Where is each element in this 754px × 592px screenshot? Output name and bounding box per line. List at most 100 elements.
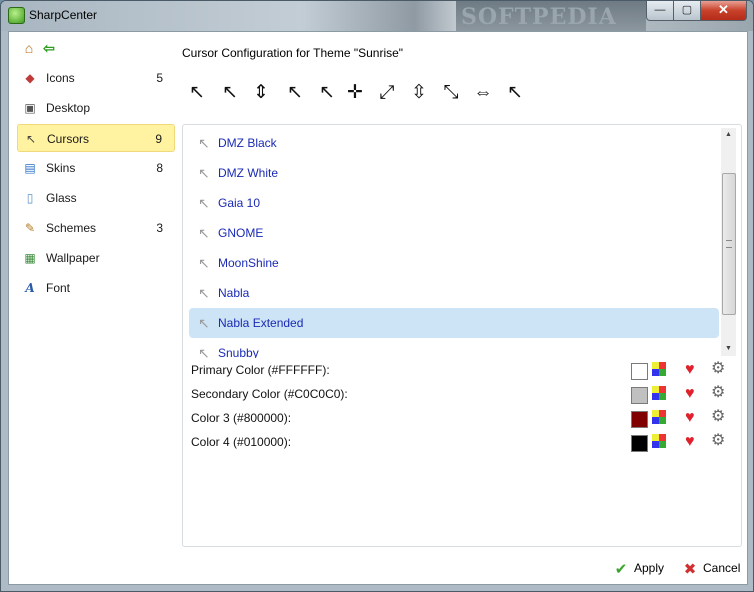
gear-icon[interactable]: ⚙: [711, 408, 725, 426]
list-item-label: Nabla Extended: [218, 316, 304, 330]
list-scrollbar[interactable]: ▲ ▼: [721, 128, 736, 356]
color-row-secondary: Secondary Color (#C0C0C0): ♥ ⚙: [191, 384, 739, 408]
cursor-theme-list[interactable]: ↖ DMZ Black ↖ DMZ White ↖ Gaia 10 ↖ GNOM…: [189, 128, 719, 358]
scroll-up-icon[interactable]: ▲: [721, 128, 736, 142]
cursor-vertical-icon[interactable]: ⇕: [249, 78, 273, 108]
cursor-horizontal-icon[interactable]: ⇔: [471, 78, 495, 108]
client-area: ⌂ ⇦ ◆ Icons 5 ▣ Desktop ↖ Cursors 9 ▤ Ski…: [8, 31, 748, 585]
cursor-arrow-link-icon[interactable]: ↖: [218, 78, 242, 108]
app-icon: [8, 7, 25, 24]
list-item[interactable]: ↖ DMZ White: [189, 158, 719, 188]
heart-icon[interactable]: ♥: [685, 385, 695, 403]
sidebar-item-label: Icons: [46, 71, 75, 85]
list-item[interactable]: ↖ Gaia 10: [189, 188, 719, 218]
list-item-label: Nabla: [218, 286, 250, 300]
palette-icon[interactable]: [652, 362, 666, 376]
home-icon[interactable]: ⌂: [21, 40, 37, 56]
sidebar-item-icons[interactable]: ◆ Icons 5: [17, 64, 175, 92]
sidebar: ◆ Icons 5 ▣ Desktop ↖ Cursors 9 ▤ Skins …: [17, 64, 175, 304]
sidebar-item-desktop[interactable]: ▣ Desktop: [17, 94, 175, 122]
palette-icon[interactable]: [652, 434, 666, 448]
desktop-icon: ▣: [24, 101, 36, 115]
color-label: Color 4 (#010000):: [191, 435, 292, 449]
list-item[interactable]: ↖ MoonShine: [189, 248, 719, 278]
cursor-icon: ↖: [198, 255, 210, 271]
close-button[interactable]: ✕: [700, 1, 747, 21]
sidebar-item-cursors[interactable]: ↖ Cursors 9: [17, 124, 175, 152]
scroll-thumb[interactable]: [722, 173, 736, 315]
cancel-x-icon: ✖: [683, 561, 697, 578]
color-settings: Primary Color (#FFFFFF): ♥ ⚙ Secondary C…: [191, 360, 739, 456]
apply-button[interactable]: ✔ Apply: [612, 560, 664, 578]
color-swatch[interactable]: [631, 363, 648, 380]
sidebar-item-label: Desktop: [46, 101, 91, 115]
color-row-primary: Primary Color (#FFFFFF): ♥ ⚙: [191, 360, 739, 384]
maximize-button[interactable]: ▢: [673, 1, 701, 21]
list-item-selected[interactable]: ↖ Nabla Extended: [189, 308, 719, 338]
list-item[interactable]: ↖ DMZ Black: [189, 128, 719, 158]
heart-icon[interactable]: ♥: [685, 409, 695, 427]
list-item[interactable]: ↖ Nabla: [189, 278, 719, 308]
list-item-label: MoonShine: [218, 256, 279, 270]
icons-icon: ◆: [25, 71, 35, 85]
heart-icon[interactable]: ♥: [685, 361, 695, 379]
cursor-diagonal-ne-icon[interactable]: ⤢: [375, 78, 399, 108]
watermark: SOFTPEDIA: [456, 1, 646, 31]
color-label: Secondary Color (#C0C0C0):: [191, 387, 348, 401]
sidebar-item-label: Cursors: [47, 132, 90, 146]
sidebar-item-count: 3: [156, 221, 163, 235]
cursor-icon: ↖: [198, 195, 210, 211]
back-arrow-icon[interactable]: ⇦: [41, 40, 57, 56]
list-item[interactable]: ↖ GNOME: [189, 218, 719, 248]
cursor-arrow-icon[interactable]: ↖: [315, 78, 339, 108]
font-icon: A: [25, 281, 35, 295]
sharpcenter-window: SharpCenter SOFTPEDIA — ▢ ✕ ⌂ ⇦ ◆ Icons 5…: [0, 0, 754, 592]
color-label: Color 3 (#800000):: [191, 411, 292, 425]
list-item-label: GNOME: [218, 226, 264, 240]
sidebar-item-font[interactable]: A Font: [17, 274, 175, 302]
gear-icon[interactable]: ⚙: [711, 384, 725, 402]
palette-icon[interactable]: [652, 386, 666, 400]
gear-icon[interactable]: ⚙: [711, 432, 725, 450]
sidebar-item-skins[interactable]: ▤ Skins 8: [17, 154, 175, 182]
cursor-diagonal-nw-icon[interactable]: ⤡: [439, 78, 463, 108]
nav-bar: ⌂ ⇦: [21, 40, 61, 56]
brush-icon: ✎: [24, 221, 36, 235]
cursor-vertical-resize-icon[interactable]: ⇳: [407, 78, 431, 108]
color-swatch[interactable]: [631, 435, 648, 452]
sidebar-item-label: Schemes: [46, 221, 97, 235]
sidebar-item-glass[interactable]: ▯ Glass: [17, 184, 175, 212]
minimize-button[interactable]: —: [646, 1, 674, 21]
list-item[interactable]: ↖ Snubby: [189, 338, 719, 358]
title-bar[interactable]: SharpCenter SOFTPEDIA — ▢ ✕: [1, 1, 753, 31]
page-title: Cursor Configuration for Theme "Sunrise": [182, 46, 404, 60]
wallpaper-icon: ▦: [24, 251, 36, 265]
color-row-4: Color 4 (#010000): ♥ ⚙: [191, 432, 739, 456]
cancel-button[interactable]: ✖ Cancel: [681, 560, 741, 578]
palette-icon[interactable]: [652, 410, 666, 424]
skins-icon: ▤: [24, 161, 36, 175]
sidebar-item-label: Skins: [46, 161, 76, 175]
glass-icon: ▯: [26, 191, 34, 205]
cursor-arrow-wait-icon[interactable]: ↖: [503, 78, 527, 108]
checkmark-icon: ✔: [614, 561, 628, 578]
sidebar-item-schemes[interactable]: ✎ Schemes 3: [17, 214, 175, 242]
color-swatch[interactable]: [631, 411, 648, 428]
color-row-3: Color 3 (#800000): ♥ ⚙: [191, 408, 739, 432]
cursor-move-icon[interactable]: ✛: [343, 78, 367, 108]
heart-icon[interactable]: ♥: [685, 433, 695, 451]
list-item-label: DMZ Black: [218, 136, 277, 150]
window-title: SharpCenter: [29, 8, 98, 22]
cursor-icon: ↖: [198, 345, 210, 358]
cursor-icon: ↖: [25, 132, 37, 146]
cursor-unavailable-icon[interactable]: ↖: [283, 78, 307, 108]
color-swatch[interactable]: [631, 387, 648, 404]
cursor-icon: ↖: [198, 225, 210, 241]
cursor-icon: ↖: [198, 285, 210, 301]
cursor-arrow-busy-icon[interactable]: ↖: [185, 78, 209, 108]
list-item-label: Gaia 10: [218, 196, 261, 210]
sidebar-item-count: 9: [155, 132, 162, 146]
scroll-down-icon[interactable]: ▼: [721, 342, 736, 356]
gear-icon[interactable]: ⚙: [711, 360, 725, 378]
sidebar-item-wallpaper[interactable]: ▦ Wallpaper: [17, 244, 175, 272]
